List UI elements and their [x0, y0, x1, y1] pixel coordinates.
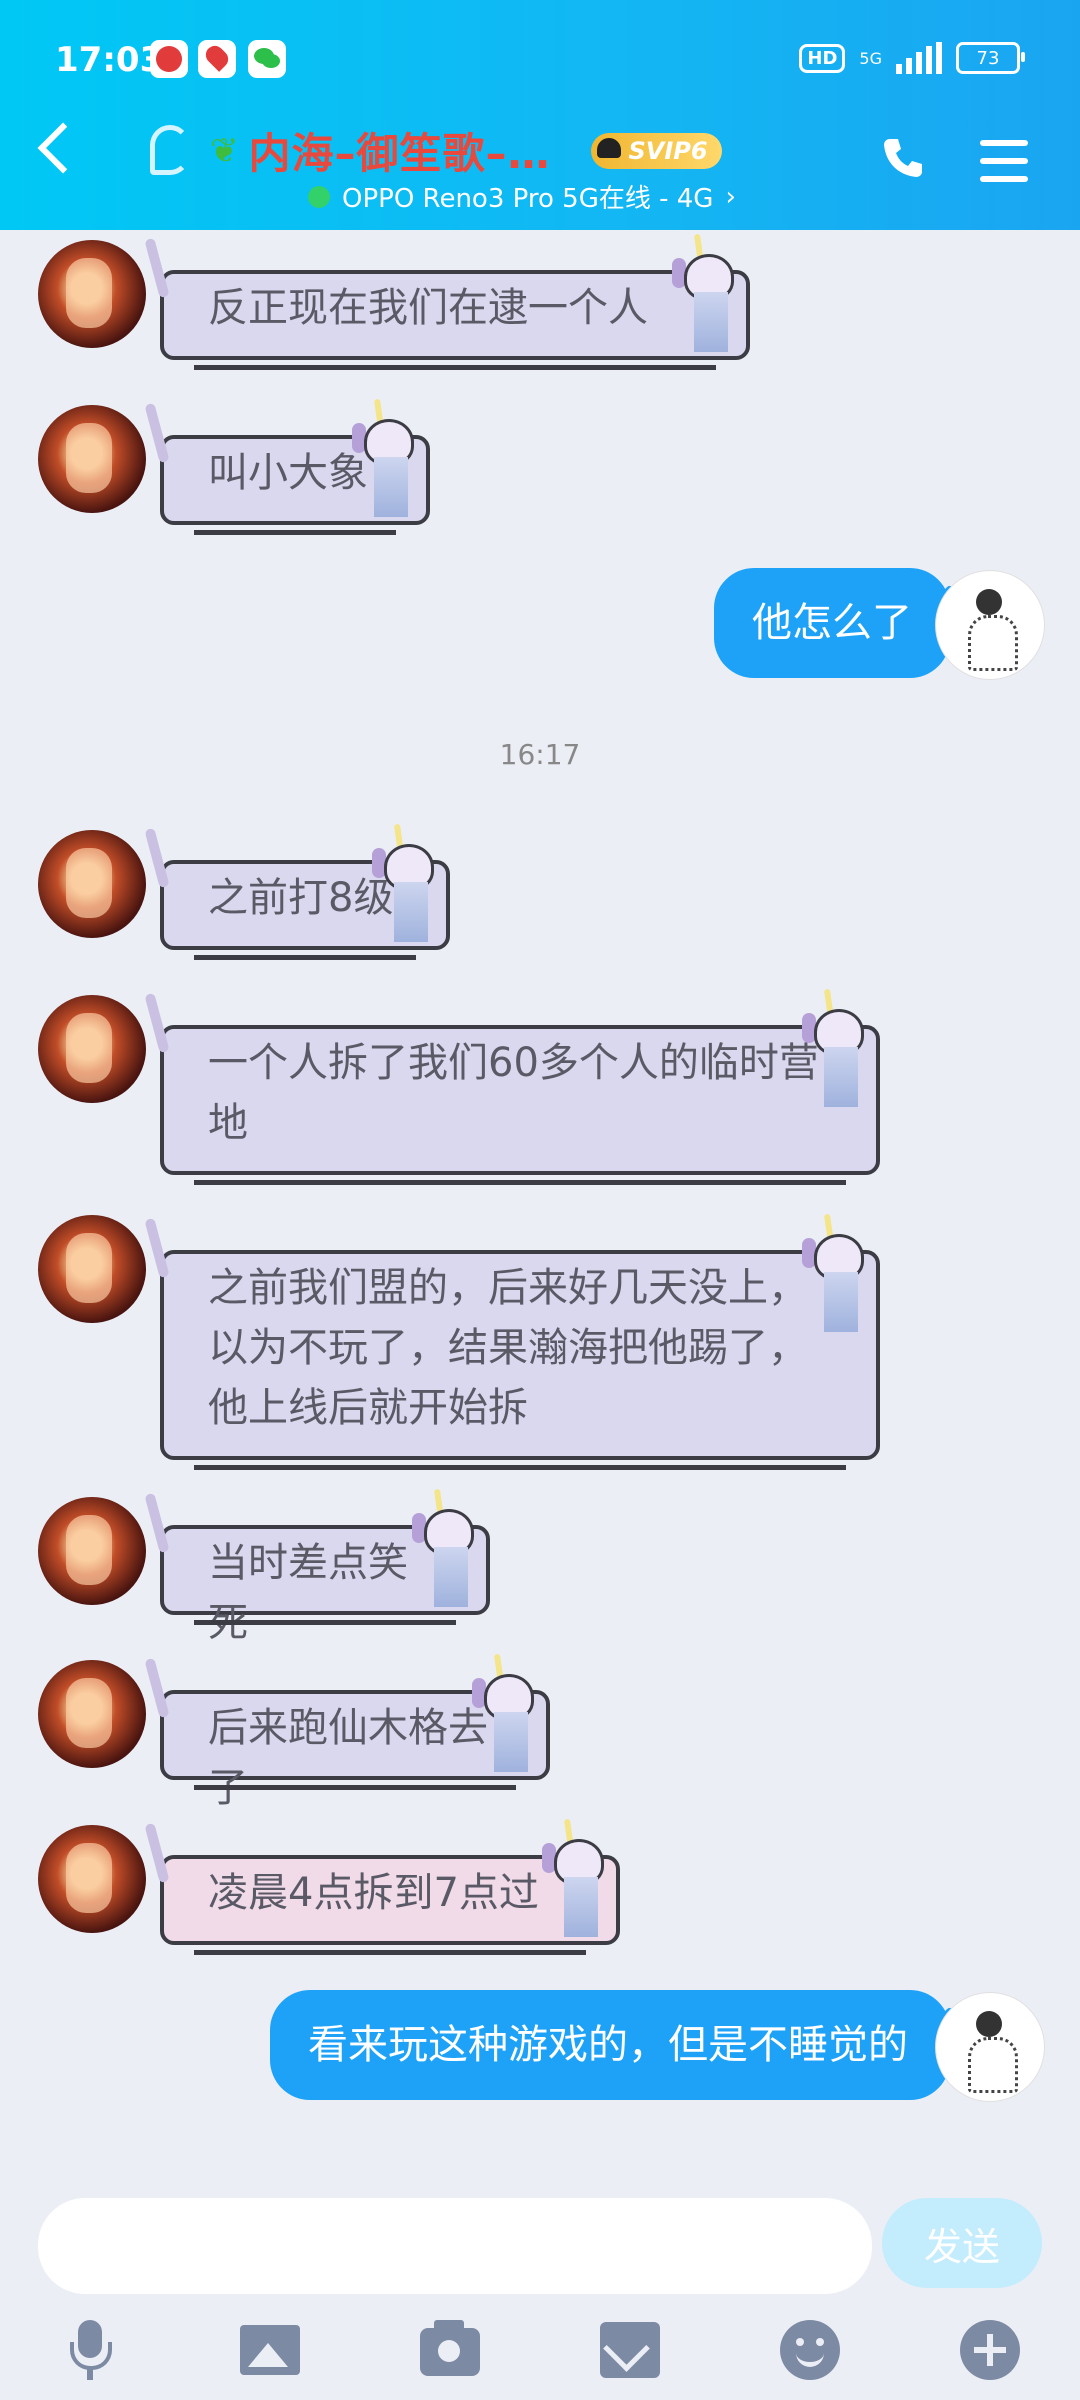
online-dot-icon: [308, 185, 330, 208]
message-input[interactable]: [38, 2198, 872, 2294]
red-packet-icon[interactable]: [600, 2322, 660, 2378]
chat-title-area[interactable]: ❦ 内海–御笙歌–… SVIP6: [210, 120, 722, 181]
my-message-bubble[interactable]: 看来玩这种游戏的，但是不睡觉的: [270, 1990, 950, 2100]
message-bubble[interactable]: 凌晨4点拆到7点过: [144, 1818, 620, 1955]
chat-header: 17:03 HD 5G 73 ❦ 内海–御笙歌–… SVIP6 OPPO Ren…: [0, 0, 1080, 230]
map-notification-icon: [198, 40, 236, 78]
message-text: 后来跑仙木格去了: [208, 1705, 488, 1811]
camera-icon[interactable]: [420, 2320, 480, 2376]
menu-icon[interactable]: [980, 140, 1028, 194]
back-icon[interactable]: [37, 122, 89, 174]
message-text: 之前打8级: [208, 875, 394, 921]
contact-avatar[interactable]: [38, 830, 146, 938]
chat-title: 内海–御笙歌–…: [248, 129, 551, 178]
message-bubble[interactable]: 后来跑仙木格去了: [144, 1653, 550, 1811]
contact-avatar[interactable]: [38, 405, 146, 513]
message-bubble[interactable]: 当时差点笑死: [144, 1488, 490, 1646]
my-avatar[interactable]: [935, 1992, 1045, 2102]
message-bubble[interactable]: 一个人拆了我们60多个人的临时营地: [144, 988, 880, 1185]
contact-avatar[interactable]: [38, 1660, 146, 1768]
battery-level: 73: [976, 47, 1000, 69]
message-text: 一个人拆了我们60多个人的临时营地: [208, 1040, 819, 1146]
contact-avatar[interactable]: [38, 1215, 146, 1323]
message-text: 凌晨4点拆到7点过: [208, 1870, 539, 1916]
message-bubble[interactable]: 之前我们盟的，后来好几天没上，以为不玩了，结果瀚海把他踢了，他上线后就开始拆: [144, 1213, 880, 1470]
svip-badge: SVIP6: [590, 132, 722, 169]
network-label: 5G: [859, 48, 882, 68]
battery-icon: 73: [956, 42, 1025, 74]
unicorn-bubble-decoration: [802, 1213, 886, 1334]
app-notification-icon: [150, 40, 188, 78]
signal-icon: [896, 42, 942, 74]
unicorn-bubble-decoration: [412, 1488, 496, 1609]
contact-avatar[interactable]: [38, 1497, 146, 1605]
message-text: 他怎么了: [752, 600, 912, 646]
message-text: 看来玩这种游戏的，但是不睡觉的: [308, 2022, 908, 2068]
message-text: 当时差点笑死: [208, 1540, 408, 1646]
message-list[interactable]: 反正现在我们在逮一个人 叫小大象 他怎么了 16:17 之前打8级 一个人拆了我…: [0, 230, 1080, 2190]
send-button[interactable]: 发送: [882, 2198, 1042, 2288]
sprout-icon: ❦: [210, 130, 239, 171]
online-status: OPPO Reno3 Pro 5G在线 - 4G ›: [308, 178, 736, 215]
contact-avatar[interactable]: [38, 1825, 146, 1933]
my-message-bubble[interactable]: 他怎么了: [714, 568, 950, 678]
image-icon[interactable]: [240, 2325, 300, 2375]
my-avatar[interactable]: [935, 570, 1045, 680]
online-status-text: OPPO Reno3 Pro 5G在线 - 4G: [342, 184, 714, 214]
unicorn-bubble-decoration: [472, 1653, 556, 1774]
message-text: 叫小大象: [208, 450, 368, 496]
unicorn-bubble-decoration: [542, 1818, 626, 1939]
message-bubble[interactable]: 反正现在我们在逮一个人: [144, 233, 750, 370]
status-right: HD 5G 73: [799, 42, 1025, 74]
wechat-notification-icon: [248, 40, 286, 78]
emoji-icon[interactable]: [780, 2320, 840, 2380]
message-timestamp: 16:17: [499, 738, 581, 771]
message-bubble[interactable]: 之前打8级: [144, 823, 450, 960]
message-text: 之前我们盟的，后来好几天没上，以为不玩了，结果瀚海把他踢了，他上线后就开始拆: [208, 1265, 808, 1431]
hd-badge: HD: [799, 43, 846, 73]
status-time: 17:03: [55, 40, 164, 80]
unicorn-bubble-decoration: [802, 988, 886, 1109]
plus-icon[interactable]: [960, 2320, 1020, 2380]
mic-icon[interactable]: [60, 2320, 120, 2380]
unicorn-bubble-decoration: [372, 823, 456, 944]
message-bubble[interactable]: 叫小大象: [144, 398, 430, 535]
contact-avatar[interactable]: [38, 995, 146, 1103]
chevron-right-icon: ›: [725, 181, 736, 212]
unicorn-bubble-decoration: [352, 398, 436, 519]
contact-avatar[interactable]: [38, 240, 146, 348]
unicorn-bubble-decoration: [672, 233, 756, 354]
earpiece-mode-icon[interactable]: [150, 125, 190, 175]
phone-call-icon[interactable]: [880, 135, 926, 181]
message-text: 反正现在我们在逮一个人: [208, 285, 648, 331]
